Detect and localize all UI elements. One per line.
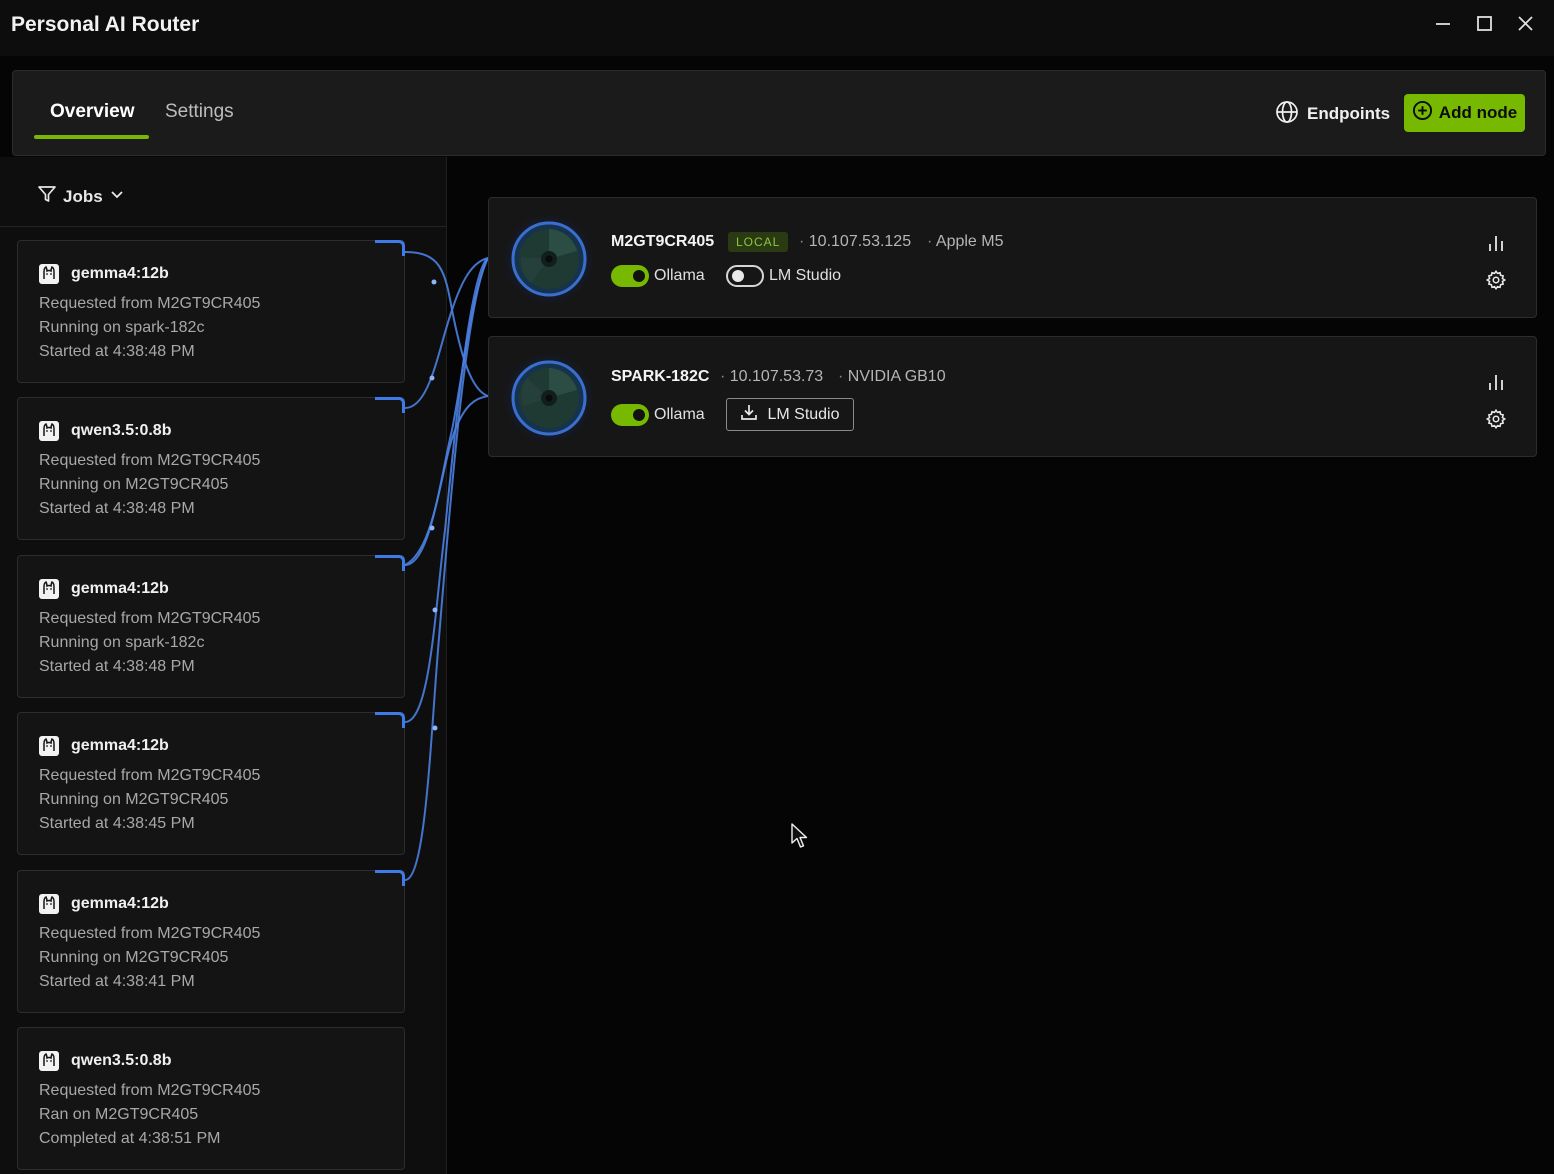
download-icon [740,403,758,426]
job-requested-from: Requested from M2GT9CR405 [39,925,261,942]
plus-circle-icon [1412,100,1433,126]
local-badge: LOCAL [728,232,789,252]
node-hardware-value: NVIDIA GB10 [847,368,946,385]
node-ip-value: 10.107.53.73 [729,368,824,385]
job-status: Ran on M2GT9CR405 [39,1106,199,1123]
job-requested-from: Requested from M2GT9CR405 [39,767,261,784]
node-ip-value: 10.107.53.125 [808,233,912,250]
job-status: Running on spark-182c [39,319,205,336]
job-model-name: gemma4:12b [71,580,169,597]
node-name: M2GT9CR405 [611,233,715,250]
job-model-name: gemma4:12b [71,895,169,912]
job-time: Started at 4:38:41 PM [39,973,195,990]
ollama-icon [38,263,60,285]
job-status: Running on M2GT9CR405 [39,476,229,493]
filter-icon [37,184,57,209]
job-model-name: qwen3.5:0.8b [71,1052,172,1069]
job-status: Running on spark-182c [39,634,205,651]
chevron-down-icon [109,186,125,207]
top-nav: Overview Settings Endpoints Add node [12,70,1546,156]
globe-icon [1275,100,1299,129]
jobs-filter-label: Jobs [63,186,103,206]
node-hardware-value: Apple M5 [935,233,1004,250]
node-name: SPARK-182C [611,368,710,385]
ollama-toggle[interactable] [611,404,649,426]
add-node-button[interactable]: Add node [1404,94,1525,132]
gear-icon[interactable] [1485,408,1507,430]
job-model-name: gemma4:12b [71,265,169,282]
node-card[interactable]: M2GT9CR405 LOCAL · 10.107.53.125 · Apple… [488,197,1537,318]
job-requested-from: Requested from M2GT9CR405 [39,610,261,627]
active-tab-indicator [34,135,149,139]
node-hardware: · NVIDIA GB10 [838,368,946,386]
tab-settings[interactable]: Settings [165,101,234,123]
node-card[interactable]: SPARK-182C · 10.107.53.73 · NVIDIA GB10 … [488,336,1537,457]
job-status: Running on M2GT9CR405 [39,949,229,966]
job-card[interactable]: qwen3.5:0.8b Requested from M2GT9CR405 R… [17,397,405,540]
ollama-toggle[interactable] [611,265,649,287]
job-card[interactable]: gemma4:12b Requested from M2GT9CR405 Run… [17,555,405,698]
close-icon[interactable] [1511,10,1539,38]
separator: · [838,368,844,385]
ollama-icon [38,893,60,915]
jobs-filter-dropdown[interactable]: Jobs [37,184,125,209]
separator: · [720,368,726,385]
job-status: Running on M2GT9CR405 [39,791,229,808]
tab-overview[interactable]: Overview [50,101,135,123]
job-requested-from: Requested from M2GT9CR405 [39,295,261,312]
stats-icon[interactable] [1485,232,1507,254]
job-time: Started at 4:38:48 PM [39,658,195,675]
title-bar: Personal AI Router [0,0,1554,56]
toggle-knob [732,270,744,282]
node-ip: · 10.107.53.73 [720,368,823,386]
mouse-cursor-icon [791,823,808,848]
install-lm-studio-button[interactable]: LM Studio [726,398,854,431]
job-requested-from: Requested from M2GT9CR405 [39,1082,261,1099]
job-card[interactable]: gemma4:12b Requested from M2GT9CR405 Run… [17,712,405,855]
endpoints-button[interactable]: Endpoints [1275,99,1390,129]
job-card[interactable]: qwen3.5:0.8b Requested from M2GT9CR405 R… [17,1027,405,1170]
job-requested-from: Requested from M2GT9CR405 [39,452,261,469]
job-node-connectors [404,251,489,881]
minimize-icon[interactable] [1429,10,1457,38]
job-time: Started at 4:38:48 PM [39,343,195,360]
lm-studio-toggle[interactable] [726,265,764,287]
ollama-icon [38,420,60,442]
app-title: Personal AI Router [11,13,200,36]
node-ip: · 10.107.53.125 [799,233,911,251]
ollama-label: Ollama [654,406,705,423]
ollama-icon [38,735,60,757]
app-window: Personal AI Router Overview Settings End… [0,0,1554,1174]
ollama-icon [38,578,60,600]
separator: · [799,233,805,250]
gear-icon[interactable] [1485,269,1507,291]
divider [0,226,447,227]
job-card[interactable]: gemma4:12b Requested from M2GT9CR405 Run… [17,870,405,1013]
job-time: Completed at 4:38:51 PM [39,1130,221,1147]
maximize-icon[interactable] [1470,10,1498,38]
toggle-knob [633,409,645,421]
job-model-name: gemma4:12b [71,737,169,754]
separator: · [927,233,933,250]
job-card[interactable]: gemma4:12b Requested from M2GT9CR405 Run… [17,240,405,383]
node-hardware: · Apple M5 [927,233,1003,251]
job-time: Started at 4:38:45 PM [39,815,195,832]
endpoints-label: Endpoints [1307,104,1391,123]
ollama-icon [38,1050,60,1072]
toggle-knob [633,270,645,282]
job-time: Started at 4:38:48 PM [39,500,195,517]
lm-studio-label: LM Studio [767,405,840,423]
node-activity-ring [502,212,596,306]
stats-icon[interactable] [1485,371,1507,393]
job-model-name: qwen3.5:0.8b [71,422,172,439]
lm-studio-label: LM Studio [769,267,842,284]
add-node-label: Add node [1438,103,1518,122]
node-activity-ring [502,351,596,445]
ollama-label: Ollama [654,267,705,284]
